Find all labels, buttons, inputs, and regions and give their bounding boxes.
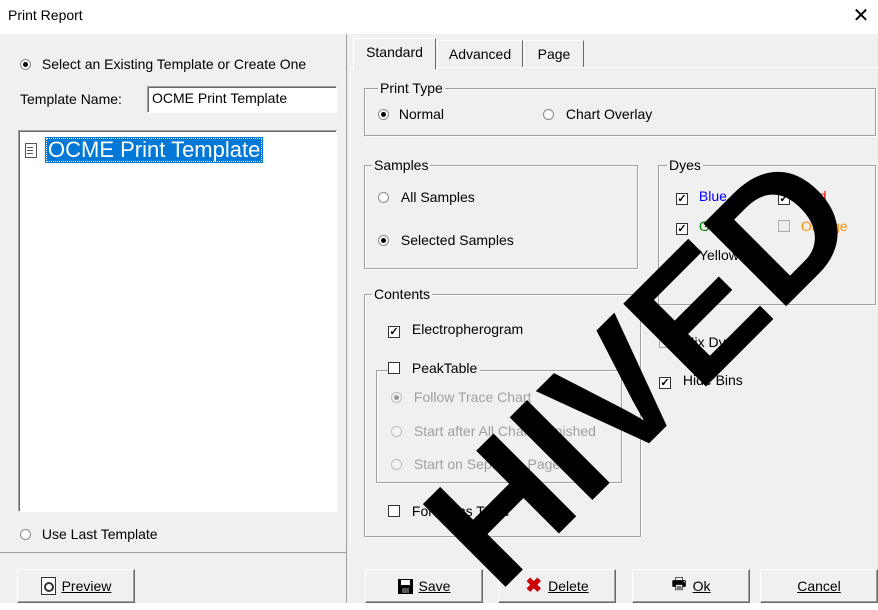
template-name-field[interactable]: OCME Print Template (147, 86, 337, 113)
contents-label: Contents (372, 286, 433, 302)
start-after-label: Start after All Charts Finished (413, 423, 596, 439)
normal-radio[interactable] (378, 109, 389, 120)
start-separate-label: Start on Separate Page (413, 456, 561, 472)
tab-page[interactable]: Page (524, 40, 584, 68)
dye-blue-label: Blue (698, 188, 727, 204)
template-name-value: OCME Print Template (152, 90, 288, 106)
printer-icon: 🖶 (671, 575, 687, 593)
hide-bins-checkbox[interactable]: ✓ (659, 377, 671, 389)
all-samples-label: All Samples (400, 189, 475, 205)
tab-standard[interactable]: Standard (353, 38, 436, 69)
mix-dyes-checkbox[interactable] (659, 336, 671, 348)
all-samples-radio-row[interactable]: All Samples (378, 189, 475, 205)
template-doc-icon (25, 142, 37, 158)
dye-yellow-checkbox[interactable]: ✓ (676, 252, 688, 264)
use-last-label: Use Last Template (41, 526, 158, 542)
list-item[interactable]: OCME Print Template (25, 137, 264, 163)
follow-trace-label: Follow Trace Chart (413, 389, 532, 405)
electropherogram-checkbox[interactable]: ✓ (388, 326, 400, 338)
peak-table-checkbox[interactable] (388, 362, 400, 374)
normal-label: Normal (398, 106, 445, 122)
start-after-radio[interactable] (391, 426, 402, 437)
dyes-group (658, 165, 876, 305)
delete-label: Delete (548, 578, 589, 594)
samples-label: Samples (372, 157, 431, 173)
forensics-label: Forensics Table (411, 503, 510, 519)
dye-green-row[interactable]: ✓ Green (676, 218, 738, 235)
use-last-radio[interactable] (20, 529, 31, 540)
follow-trace-radio[interactable] (391, 392, 402, 403)
chart-overlay-label: Chart Overlay (565, 106, 653, 122)
electropherogram-label: Electropherogram (411, 321, 524, 337)
mix-dyes-label: Mix Dyes (682, 334, 741, 350)
hide-bins-label: Hide Bins (682, 372, 743, 388)
cancel-button[interactable]: Cancel (760, 569, 878, 603)
cancel-label: Cancel (797, 578, 841, 594)
dye-yellow-row[interactable]: ✓ Yellow (676, 247, 739, 264)
dye-orange-checkbox[interactable] (778, 220, 790, 232)
dye-red-checkbox[interactable]: ✓ (778, 193, 790, 205)
list-item-label: OCME Print Template (45, 137, 264, 163)
tab-advanced[interactable]: Advanced (437, 40, 523, 68)
dye-blue-row[interactable]: ✓ Blue (676, 188, 727, 205)
follow-trace-row[interactable]: Follow Trace Chart (391, 389, 531, 405)
template-name-label: Template Name: (20, 91, 122, 107)
dyes-label: Dyes (667, 157, 703, 173)
peak-table-row[interactable]: PeakTable (388, 360, 481, 376)
select-existing-radio-row[interactable]: Select an Existing Template or Create On… (20, 56, 306, 72)
select-existing-radio[interactable] (20, 59, 31, 70)
window-title: Print Report (8, 7, 83, 23)
print-type-label: Print Type (378, 80, 445, 96)
chart-overlay-radio[interactable] (543, 109, 554, 120)
all-samples-radio[interactable] (378, 192, 389, 203)
red-x-icon: ✖ (525, 575, 543, 597)
magnifier-page-icon (40, 577, 56, 595)
ok-button[interactable]: 🖶 Ok (632, 569, 750, 603)
floppy-disk-icon (397, 578, 413, 594)
selected-samples-radio-row[interactable]: Selected Samples (378, 232, 514, 248)
selected-samples-label: Selected Samples (400, 232, 514, 248)
peak-table-label: PeakTable (411, 360, 478, 376)
save-label: Save (418, 578, 451, 594)
select-existing-label: Select an Existing Template or Create On… (41, 56, 307, 72)
close-button[interactable]: ✕ (848, 2, 874, 30)
ok-label: Ok (692, 578, 711, 594)
electropherogram-row[interactable]: ✓ Electropherogram (388, 321, 523, 338)
dye-red-row[interactable]: ✓ Red (778, 188, 827, 205)
use-last-radio-row[interactable]: Use Last Template (20, 526, 158, 542)
samples-group (364, 165, 638, 269)
forensics-row[interactable]: Forensics Table (388, 503, 510, 519)
preview-label: Preview (61, 578, 112, 594)
dye-green-label: Green (698, 218, 738, 234)
delete-button[interactable]: ✖ Delete (498, 569, 616, 603)
dye-green-checkbox[interactable]: ✓ (676, 223, 688, 235)
start-separate-radio[interactable] (391, 459, 402, 470)
dye-yellow-label: Yellow (698, 247, 739, 263)
normal-radio-row[interactable]: Normal (378, 106, 444, 122)
save-button[interactable]: Save (365, 569, 483, 603)
dye-red-label: Red (800, 188, 827, 204)
dye-orange-row[interactable]: Orange (778, 218, 848, 234)
title-bar (0, 0, 878, 34)
forensics-checkbox[interactable] (388, 505, 400, 517)
panel-divider (346, 34, 347, 603)
start-separate-row[interactable]: Start on Separate Page (391, 456, 560, 472)
dye-blue-checkbox[interactable]: ✓ (676, 193, 688, 205)
chart-overlay-radio-row[interactable]: Chart Overlay (543, 106, 652, 122)
start-after-row[interactable]: Start after All Charts Finished (391, 423, 596, 439)
preview-button[interactable]: Preview (17, 569, 135, 603)
template-list[interactable]: OCME Print Template (18, 130, 337, 512)
dye-orange-label: Orange (800, 218, 848, 234)
hide-bins-row[interactable]: ✓ Hide Bins (659, 372, 743, 389)
selected-samples-radio[interactable] (378, 235, 389, 246)
mix-dyes-row[interactable]: Mix Dyes (659, 334, 740, 350)
divider (0, 552, 346, 553)
